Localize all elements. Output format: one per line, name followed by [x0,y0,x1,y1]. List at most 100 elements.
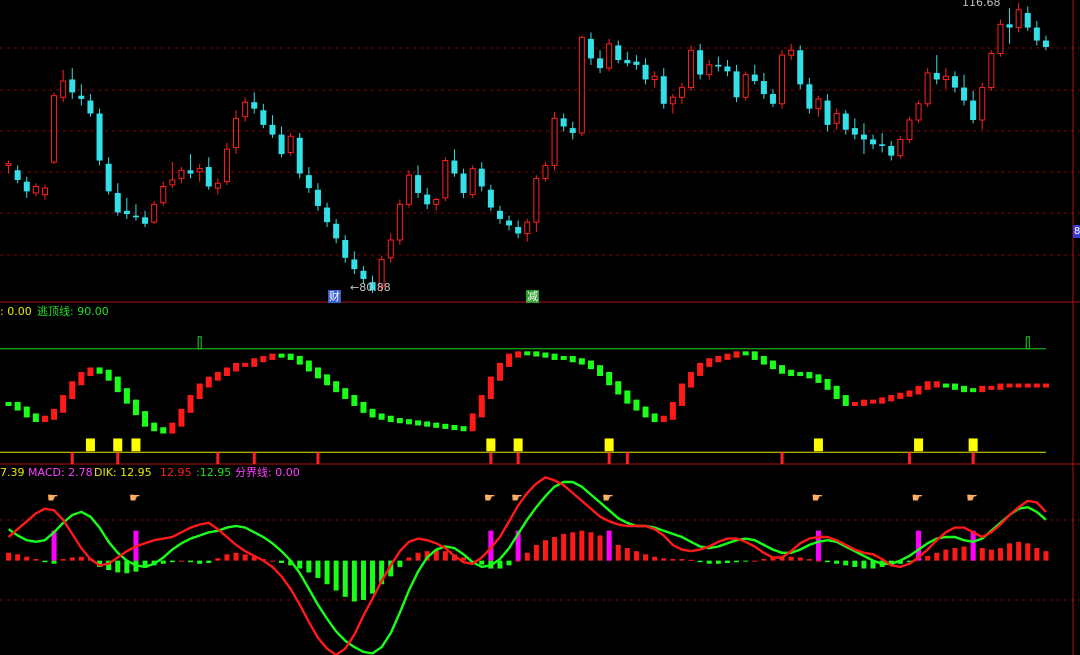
candle-body [533,177,540,223]
macd-histogram-bar [215,558,221,561]
candle-body [924,72,931,105]
candle-body [69,79,76,93]
macd-histogram-bar [306,560,312,573]
macd-histogram-bar [925,555,931,561]
hand-pointer-icon: ☛ [484,491,496,506]
osc-bar [942,383,949,388]
osc-value-label: : 0.00 [0,305,32,318]
candle-body [415,175,422,193]
macd-histogram-bar [988,549,994,561]
price-high-label: 116.68 [962,0,1001,9]
hand-pointer-icon: ☛ [129,491,141,506]
sell-tick [316,452,320,465]
osc-bar [524,351,531,356]
osc-bar [769,360,776,370]
candle-body [606,43,613,69]
dea-value-label: 12.95 [160,466,192,479]
candle-body [1015,9,1022,29]
macd-histogram-bar [269,560,275,562]
candle-body [642,64,649,80]
osc-bar [678,383,685,406]
oscillator-panel [0,336,1049,465]
osc-bar [451,424,458,431]
macd-histogram-bar [397,560,403,567]
candle-body [515,227,522,234]
macd-histogram-bar [752,560,758,562]
candle-body [587,38,594,59]
candle-body [870,139,877,145]
macd-histogram-bar [442,551,448,561]
stock-chart-canvas: ☛ ☛ ☛ ☛ ☛ ☛ ☛ ☛ [0,0,1080,655]
candle-body [669,96,676,105]
event-badge-reduce[interactable]: 减 [526,290,539,303]
osc-bar [223,367,230,377]
buy-zone-marker [914,438,924,452]
osc-bar [688,372,695,388]
osc-bar [1033,383,1040,388]
price-low-label: ←80.88 [350,281,391,294]
candle-body [524,221,531,235]
osc-bar [160,427,167,434]
osc-bar [242,362,249,367]
buy-zone-marker [513,438,523,452]
macd-histogram-bar [51,560,57,564]
osc-bar [123,388,130,404]
candle-body [769,94,776,104]
macd-histogram-bar [652,556,658,561]
osc-bar [842,395,849,406]
hand-pointer-icon: ☛ [912,491,924,506]
candle-body [287,135,294,153]
candle-body [132,215,139,218]
osc-bar [597,365,604,377]
osc-bar [815,374,822,383]
candle-body [223,148,230,183]
osc-bar [333,381,340,393]
osc-bar [132,399,139,416]
macd-value-label: MACD: 2.78 [28,466,93,479]
osc-bar [1042,383,1049,388]
osc-bar [970,388,977,393]
candle-body [715,64,722,67]
macd-histogram-bar [588,532,594,561]
candle-body [697,50,704,75]
osc-bar [560,355,567,360]
sell-tick [216,452,220,465]
osc-bar [460,426,467,432]
osc-bar [496,362,503,381]
macd-histogram-bar [943,549,949,561]
buy-zone-marker [486,438,496,452]
event-badge-finance[interactable]: 财 [328,290,341,303]
macd-histogram-bar [761,559,767,561]
macd-histogram-bar [961,546,967,561]
osc-bar [706,358,713,367]
macd-histogram-bar [825,560,831,563]
candle-body [360,270,367,279]
macd-histogram-bar [570,532,576,561]
signal-magenta-marker [970,530,976,561]
osc-bar [142,411,149,427]
osc-bar [633,399,640,411]
macd-histogram-bar [597,535,603,561]
candle-body [205,167,212,187]
osc-bar [387,415,394,423]
osc-bar [151,422,158,432]
candle-body [833,113,840,124]
low-value: 80.88 [359,281,391,294]
osc-bar [287,353,294,360]
osc-bar [360,401,367,413]
osc-bar [424,421,431,427]
macd-histogram-bar [670,559,676,561]
candlestick-panel [5,2,1049,293]
hand-pointer-icon: ☛ [811,491,823,506]
osc-bar [5,401,12,406]
osc-bar [824,378,831,390]
candle-body [915,103,922,121]
osc-bar [60,395,67,413]
hand-pointer-icon: ☛ [47,491,59,506]
osc-bar [715,355,722,363]
candle-body [660,76,667,104]
candle-body [351,259,358,270]
osc-bar [669,401,676,420]
sell-tick [625,452,629,465]
candle-body [651,75,658,80]
